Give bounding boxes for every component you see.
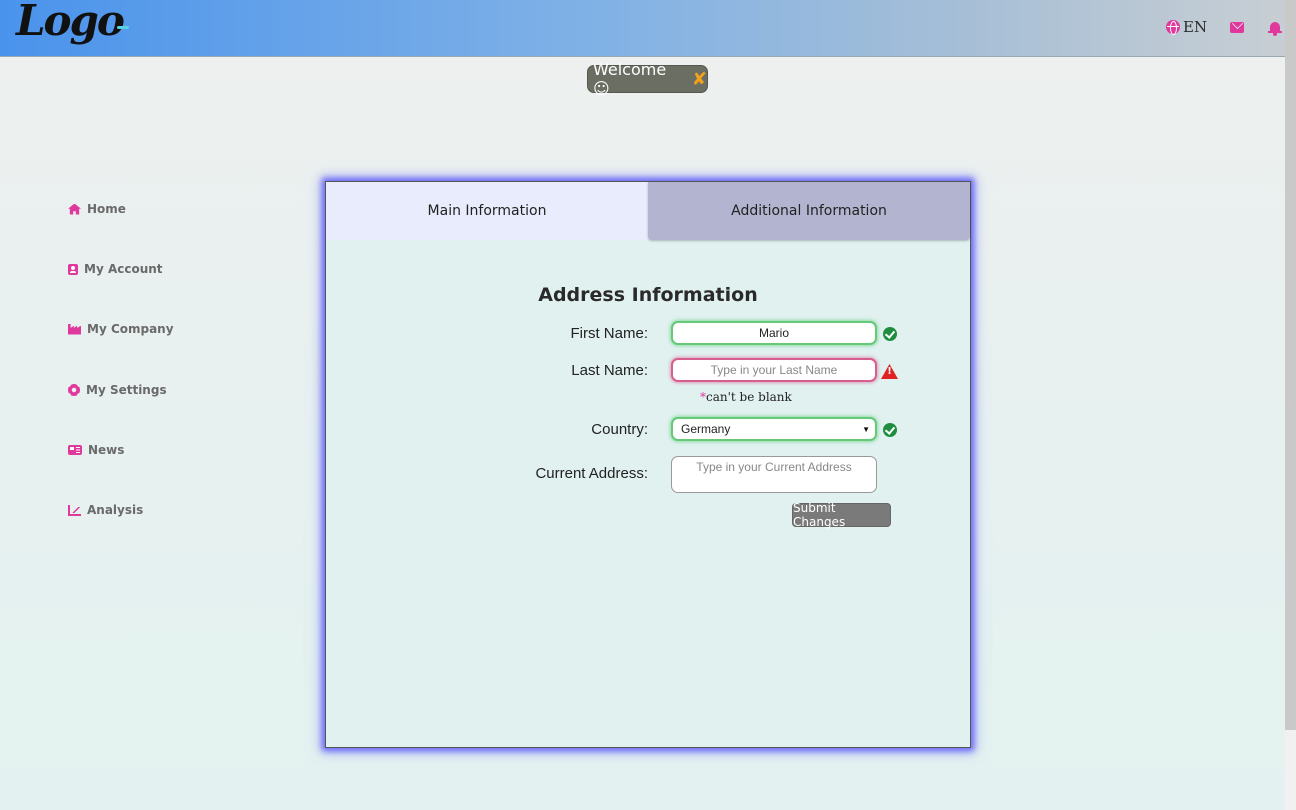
welcome-text: Welcome ☺ [593,60,667,98]
address-textarea[interactable] [672,457,876,492]
language-selector[interactable]: EN [1166,18,1207,36]
warning-icon [881,364,898,379]
line-chart-icon [68,504,81,516]
scrollbar-track[interactable] [1285,730,1296,810]
sidebar-item-my-company[interactable]: My Company [68,322,174,336]
country-value: Germany [681,422,731,436]
bell-icon[interactable] [1268,20,1282,36]
first-name-input[interactable] [673,323,875,343]
language-label: EN [1183,18,1208,36]
industry-icon [68,323,81,335]
sidebar-item-news[interactable]: News [68,443,124,457]
caret-down-icon: ▼ [862,425,870,434]
sidebar-item-label: My Company [87,322,174,336]
logo-accent [117,26,129,29]
profile-panel: Main Information Additional Information … [325,181,971,748]
close-icon[interactable]: ✘ [692,69,707,90]
globe-icon [1166,20,1180,35]
sidebar-item-my-settings[interactable]: My Settings [68,383,167,397]
account-card-icon [68,263,78,275]
envelope-icon[interactable] [1230,22,1244,33]
logo-text: Logo [16,0,125,45]
country-select[interactable]: Germany ▼ [671,417,877,441]
last-name-error: *can't be blank [700,390,792,404]
last-name-input[interactable] [673,360,875,380]
form-title: Address Information [538,284,758,306]
tab-additional-information[interactable]: Additional Information [648,182,970,240]
welcome-toast: Welcome ☺ ✘ [587,60,708,98]
home-icon [68,203,81,215]
error-text: can't be blank [706,390,792,404]
sidebar-item-label: My Account [84,262,163,276]
address-label: Current Address: [535,465,648,482]
submit-changes-button[interactable]: Submit Changes [792,501,891,529]
sidebar-item-analysis[interactable]: Analysis [68,503,143,517]
newspaper-icon [68,445,82,455]
first-name-field[interactable] [671,321,877,345]
gear-icon [68,384,80,396]
last-name-field[interactable] [671,358,877,382]
sidebar-item-label: Home [87,202,126,216]
first-name-label: First Name: [570,325,648,342]
sidebar-item-label: News [88,443,125,457]
tab-main-information[interactable]: Main Information [326,182,648,240]
top-header: Logo EN [0,0,1296,57]
sidebar-item-label: My Settings [86,383,167,397]
address-field[interactable] [671,456,877,493]
sidebar-item-home[interactable]: Home [68,202,126,216]
last-name-label: Last Name: [571,362,648,379]
check-circle-icon [883,327,897,341]
sidebar-item-my-account[interactable]: My Account [68,262,163,276]
sidebar-item-label: Analysis [87,503,144,517]
bell-clapper [1273,33,1277,36]
scrollbar-thumb[interactable] [1285,0,1296,730]
logo[interactable]: Logo [12,0,132,54]
country-label: Country: [591,421,648,438]
check-circle-icon [883,423,897,437]
